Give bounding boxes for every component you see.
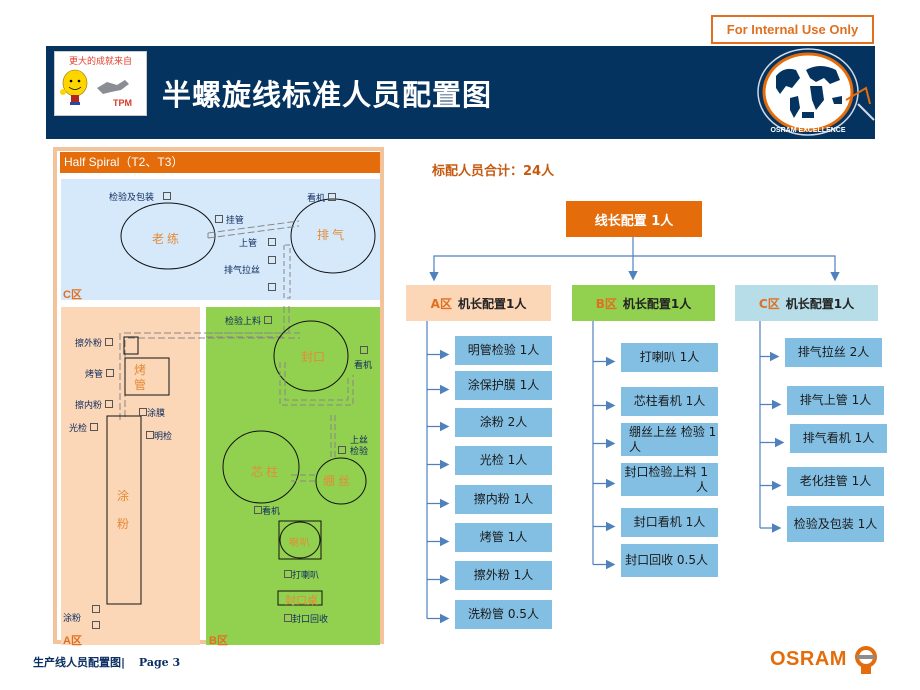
osram-logo-text: OSRAM: [770, 648, 847, 670]
role-node: 检验及包装 1人: [787, 506, 884, 542]
footer-title: 生产线人员配置图: [33, 656, 121, 669]
role-node: 擦外粉 1人: [455, 561, 552, 590]
role-node: 擦内粉 1人: [455, 485, 552, 514]
zone-b-leader-title: 机长配置1人: [622, 296, 692, 311]
role-node: 烤管 1人: [455, 523, 552, 552]
zone-a-leader-title: 机长配置1人: [457, 296, 527, 311]
zone-a-tag: A区: [430, 296, 452, 311]
zone-a-leader-node: A区 机长配置1人: [406, 285, 551, 321]
role-node: 封口回收 0.5人: [621, 544, 718, 577]
role-node: 绷丝上丝 检验 1人: [621, 423, 718, 456]
page-number: Page 3: [138, 656, 181, 669]
zone-c-leader-node: C区 机长配置1人: [735, 285, 878, 321]
zone-c-tag: C区: [758, 296, 780, 311]
zone-b-leader-node: B区 机长配置1人: [572, 285, 715, 321]
role-node: 排气看机 1人: [790, 424, 887, 453]
zone-c-leader-title: 机长配置1人: [785, 296, 855, 311]
role-node: 涂粉 2人: [455, 408, 552, 437]
footer: 生产线人员配置图| Page 3: [33, 656, 181, 669]
zone-b-tag: B区: [595, 296, 617, 311]
role-node: 排气上管 1人: [787, 386, 884, 415]
role-node: 光检 1人: [455, 446, 552, 475]
osram-bulb-icon: [855, 646, 877, 674]
role-node: 涂保护膜 1人: [455, 371, 552, 400]
role-node: 封口看机 1人: [621, 508, 718, 537]
role-node: 排气拉丝 2人: [785, 338, 882, 367]
role-node: 打喇叭 1人: [621, 343, 718, 372]
role-node: 封口检验上料 1人: [621, 463, 718, 496]
line-leader-node: 线长配置 1人: [566, 201, 702, 237]
role-node: 明管检验 1人: [455, 336, 552, 365]
role-node: 芯柱看机 1人: [621, 387, 718, 416]
role-node: 老化挂管 1人: [787, 467, 884, 496]
branch-bar: [433, 255, 836, 278]
role-node: 洗粉管 0.5人: [455, 600, 552, 629]
